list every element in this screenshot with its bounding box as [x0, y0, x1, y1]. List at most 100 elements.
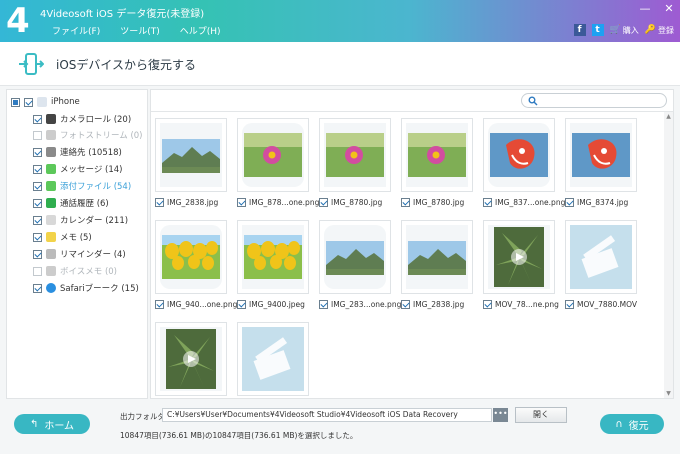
file-checkbox[interactable]	[401, 299, 410, 309]
file-thumbnail[interactable]	[565, 220, 637, 294]
buy-label: 購入	[622, 25, 639, 35]
social-links: f t 🛒 購入 🔑 登録	[573, 24, 674, 36]
file-thumbnail[interactable]	[401, 220, 473, 294]
file-checkbox[interactable]	[565, 299, 574, 309]
tree-item-safari-bookmarks[interactable]: Safariブーーク (15)	[33, 280, 139, 296]
tree-item-messages[interactable]: メッセージ (14)	[33, 161, 122, 177]
file-name: MOV_78...ne.png	[495, 299, 559, 309]
file-caption[interactable]: IMG_8780.jpg	[319, 196, 382, 208]
item-checkbox[interactable]	[33, 147, 42, 157]
file-caption[interactable]: MOV_78...ne.png	[483, 298, 559, 310]
file-thumbnail[interactable]	[155, 118, 227, 192]
tree-item-label: フォトストリーム (0)	[60, 131, 143, 141]
calendar-icon	[46, 215, 56, 225]
menu-tools[interactable]: ツール(T)	[120, 24, 160, 37]
output-path-field[interactable]: C:¥Users¥User¥Documents¥4Videosoft Studi…	[162, 408, 492, 422]
file-thumbnail[interactable]	[565, 118, 637, 192]
tree-root-iphone[interactable]: iPhone	[11, 94, 80, 110]
file-name: IMG_8780.jpg	[413, 197, 465, 207]
file-caption[interactable]: IMG_2838.jpg	[155, 196, 218, 208]
thumbnail-image	[160, 327, 222, 391]
thumbnail-image	[406, 225, 468, 289]
file-thumbnail[interactable]	[319, 118, 391, 192]
item-checkbox[interactable]	[33, 198, 42, 208]
file-checkbox[interactable]	[401, 197, 410, 207]
item-checkbox[interactable]	[33, 232, 42, 242]
vertical-scrollbar[interactable]: ▲ ▼	[664, 112, 673, 398]
notes-icon	[46, 232, 56, 242]
file-checkbox[interactable]	[155, 299, 164, 309]
register-label: 登録	[658, 25, 674, 35]
home-button[interactable]: ↰ ホーム	[14, 414, 90, 434]
file-thumbnail[interactable]	[319, 220, 391, 294]
file-caption[interactable]: IMG_2838.jpg	[401, 298, 464, 310]
scroll-down-arrow[interactable]: ▼	[665, 390, 672, 397]
file-thumbnail[interactable]	[155, 322, 227, 396]
tree-item-notes[interactable]: メモ (5)	[33, 229, 92, 245]
tree-item-label: 添付ファイル (54)	[60, 182, 132, 192]
file-checkbox[interactable]	[319, 197, 328, 207]
file-thumbnail[interactable]	[155, 220, 227, 294]
register-link[interactable]: 🔑 登録	[645, 25, 674, 36]
file-thumbnail[interactable]	[483, 220, 555, 294]
safari-icon	[46, 283, 56, 293]
file-checkbox[interactable]	[319, 299, 328, 309]
facebook-icon[interactable]: f	[573, 24, 586, 36]
menu-help[interactable]: ヘルプ(H)	[180, 24, 221, 37]
file-thumbnail[interactable]	[237, 220, 309, 294]
file-thumbnail[interactable]	[237, 118, 309, 192]
open-folder-button[interactable]: 開く	[515, 407, 567, 423]
file-caption[interactable]: IMG_8780.jpg	[401, 196, 464, 208]
recover-button[interactable]: ∩ 復元	[600, 414, 664, 434]
file-caption[interactable]: IMG_8374.jpg	[565, 196, 628, 208]
scroll-up-arrow[interactable]: ▲	[665, 113, 672, 120]
close-button[interactable]: ✕	[662, 2, 676, 15]
search-icon	[528, 96, 538, 106]
file-name: IMG_2838.jpg	[167, 197, 219, 207]
tree-item-calendar[interactable]: カレンダー (211)	[33, 212, 128, 228]
recover-icon: ∩	[615, 418, 623, 430]
thumbnail-image	[160, 225, 222, 289]
tree-item-camera-roll[interactable]: カメラロール (20)	[33, 111, 131, 127]
item-checkbox[interactable]	[33, 181, 42, 191]
voice-memo-icon	[46, 266, 56, 276]
item-checkbox[interactable]	[33, 114, 42, 124]
item-checkbox[interactable]	[33, 215, 42, 225]
file-caption[interactable]: IMG_878...one.png	[237, 196, 319, 208]
file-name: IMG_940...one.png	[167, 299, 238, 309]
file-caption[interactable]: IMG_837...one.png	[483, 196, 565, 208]
file-caption[interactable]: IMG_9400.jpeg	[237, 298, 305, 310]
twitter-icon[interactable]: t	[591, 24, 604, 36]
tree-item-call-history[interactable]: 通話履歴 (6)	[33, 195, 109, 211]
file-checkbox[interactable]	[237, 197, 246, 207]
item-checkbox[interactable]	[33, 249, 42, 259]
tree-item-attachments[interactable]: 添付ファイル (54)	[33, 178, 131, 194]
tree-item-contacts[interactable]: 連絡先 (10518)	[33, 144, 122, 160]
tree-item-reminders[interactable]: リマインダー (4)	[33, 246, 126, 262]
file-checkbox[interactable]	[237, 299, 246, 309]
file-caption[interactable]: MOV_7880.MOV	[565, 298, 637, 310]
menu-file[interactable]: ファイル(F)	[52, 24, 100, 37]
file-checkbox[interactable]	[483, 197, 492, 207]
file-caption[interactable]: IMG_283...one.png	[319, 298, 401, 310]
file-thumbnail[interactable]	[237, 322, 309, 396]
item-checkbox[interactable]	[33, 283, 42, 293]
tree-item-label: Safariブーーク (15)	[60, 284, 139, 294]
file-checkbox[interactable]	[483, 299, 492, 309]
file-checkbox[interactable]	[565, 197, 574, 207]
contacts-icon	[46, 147, 56, 157]
file-thumbnail[interactable]	[483, 118, 555, 192]
search-box[interactable]	[521, 93, 667, 108]
root-expand-checkbox[interactable]	[11, 97, 20, 107]
browse-button[interactable]: •••	[493, 408, 508, 422]
file-checkbox[interactable]	[155, 197, 164, 207]
buy-link[interactable]: 🛒 購入	[610, 25, 639, 36]
minimize-button[interactable]: —	[638, 2, 652, 15]
file-caption[interactable]: IMG_940...one.png	[155, 298, 237, 310]
file-thumbnail[interactable]	[401, 118, 473, 192]
item-checkbox[interactable]	[33, 164, 42, 174]
root-checkbox[interactable]	[24, 97, 33, 107]
tree-item-label: カレンダー (211)	[60, 216, 129, 226]
file-name: IMG_837...one.png	[495, 197, 566, 207]
key-icon: 🔑	[644, 25, 656, 35]
